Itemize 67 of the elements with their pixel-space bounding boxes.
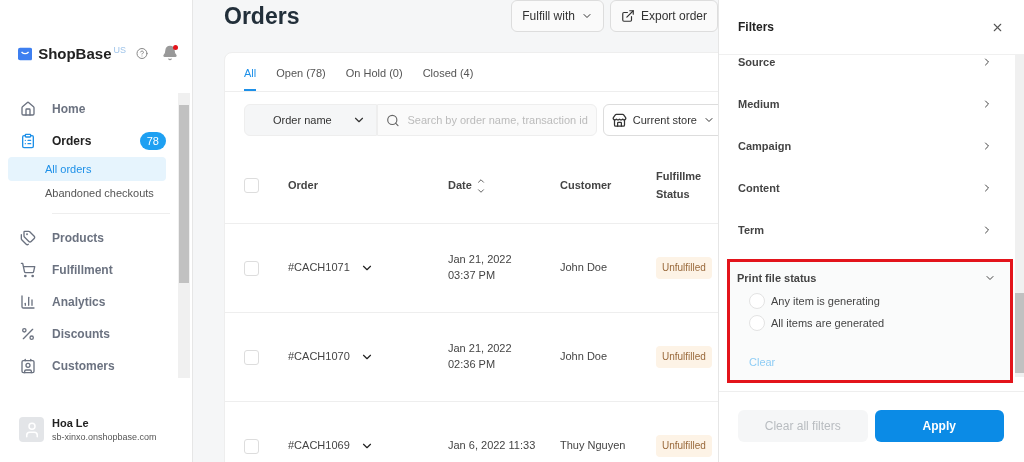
logo-text: ShopBase xyxy=(38,45,112,62)
store-icon xyxy=(611,112,627,128)
cart-icon xyxy=(20,262,36,278)
row-checkbox[interactable] xyxy=(244,438,259,454)
page-title: Orders xyxy=(224,2,301,30)
store-url: sb-xinxo.onshopbase.com xyxy=(52,432,157,442)
row-checkbox[interactable] xyxy=(244,260,259,276)
apply-button[interactable]: Apply xyxy=(874,410,1004,442)
user-name: Hoa Le xyxy=(52,417,90,429)
panel-title: Filters xyxy=(738,20,774,34)
filter-item[interactable]: Campaign xyxy=(727,125,1013,167)
filter-item[interactable]: Content xyxy=(727,167,1013,209)
search-icon xyxy=(385,112,400,128)
filter-item[interactable]: Source xyxy=(727,55,1013,83)
filter-item[interactable]: Medium xyxy=(727,83,1013,125)
external-link-icon xyxy=(620,9,635,23)
count-badge: 78 xyxy=(139,132,166,150)
column-header[interactable]: Date xyxy=(448,175,560,196)
radio-option[interactable]: All items are generated xyxy=(737,312,996,334)
export-button[interactable]: Export order xyxy=(609,0,718,32)
percent-icon xyxy=(20,326,36,342)
field-select[interactable]: Order name xyxy=(244,104,377,136)
date-cell-text: Jan 6, 2022 11:33 xyxy=(448,438,537,454)
tab[interactable]: Open (78) xyxy=(276,53,326,91)
nav-item[interactable]: Orders 78 xyxy=(8,125,170,157)
customer-cell-text: John Doe xyxy=(560,349,609,365)
customer-cell-text: John Doe xyxy=(560,260,609,276)
notification-bell-icon[interactable] xyxy=(162,45,178,61)
nav-item[interactable]: Fulfillment xyxy=(8,254,170,286)
radio-option[interactable]: Any item is generating xyxy=(737,290,996,312)
select-all-checkbox[interactable] xyxy=(244,178,259,193)
dropdown-button[interactable]: Fulfill with xyxy=(511,0,604,32)
logo-icon xyxy=(18,45,33,63)
nav-item[interactable]: Customers xyxy=(8,350,170,382)
order-cell[interactable]: #CACH1069 xyxy=(288,438,448,454)
order-cell[interactable]: #CACH1071 xyxy=(288,260,448,276)
scrollbar[interactable] xyxy=(1015,55,1024,377)
bar-chart-icon xyxy=(20,294,36,310)
clipboard-icon xyxy=(20,133,36,149)
filter-item[interactable]: Term xyxy=(727,209,1013,251)
tab[interactable]: All xyxy=(244,53,257,91)
tab[interactable]: On Hold (0) xyxy=(345,53,403,91)
nav-item[interactable]: Analytics xyxy=(8,286,170,318)
row-checkbox[interactable] xyxy=(244,349,259,365)
status-pill: Unfulfilled xyxy=(656,434,712,458)
status-pill: Unfulfilled xyxy=(656,345,712,369)
column-header: Order xyxy=(288,177,319,193)
column-header: Customer xyxy=(560,177,613,193)
nav-item[interactable]: Home xyxy=(8,93,170,125)
tag-icon xyxy=(20,230,36,246)
contact-card-icon xyxy=(20,358,36,374)
column-header: Fulfillme Status xyxy=(656,168,703,202)
scrollbar[interactable] xyxy=(178,93,190,378)
home-icon xyxy=(20,101,36,117)
nav-item[interactable]: Discounts xyxy=(8,318,170,350)
nav-subitem[interactable]: Abandoned checkouts xyxy=(8,181,166,205)
nav-item[interactable]: Products xyxy=(8,222,170,254)
status-pill: Unfulfilled xyxy=(656,256,712,280)
order-cell[interactable]: #CACH1070 xyxy=(288,349,448,365)
help-icon[interactable] xyxy=(136,45,148,62)
customer-cell-text: Thuy Nguyen xyxy=(560,438,627,454)
date-cell-text: Jan 21, 2022 03:37 PM xyxy=(448,252,513,283)
avatar xyxy=(19,417,44,442)
tab[interactable]: Closed (4) xyxy=(422,53,474,91)
filter-item[interactable]: Print file status xyxy=(737,266,996,290)
region-label: US xyxy=(113,45,126,55)
date-cell-text: Jan 21, 2022 02:36 PM xyxy=(448,341,513,372)
